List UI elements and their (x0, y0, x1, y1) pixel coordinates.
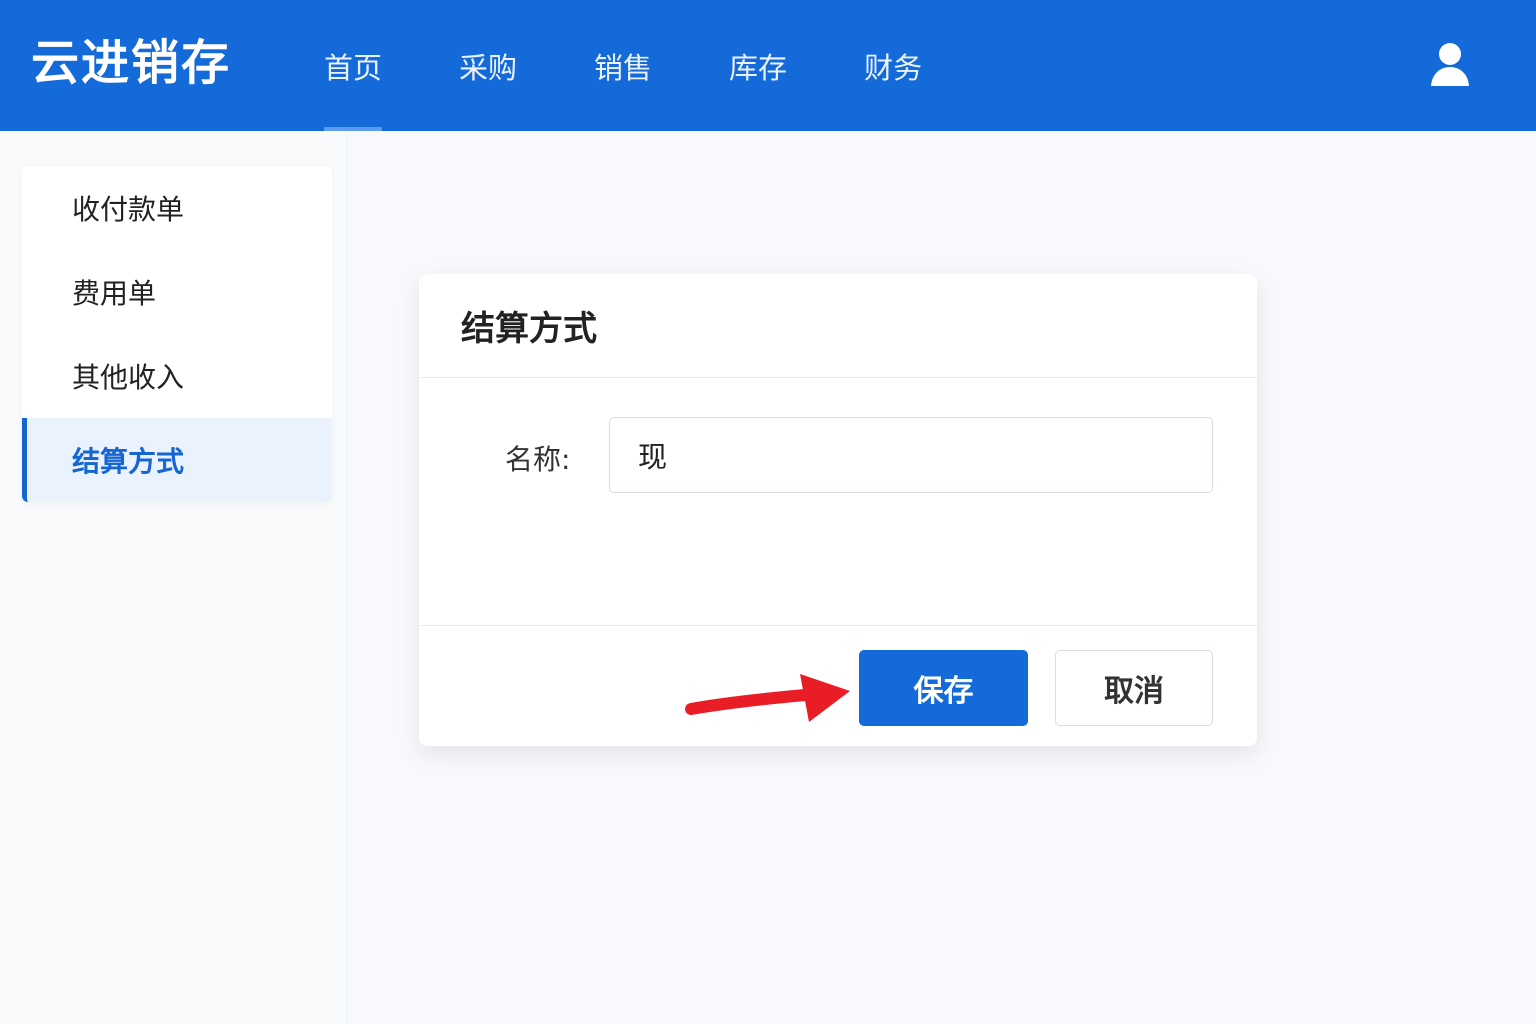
nav-item-finance[interactable]: 财务 (864, 0, 922, 131)
nav-item-sales[interactable]: 销售 (594, 0, 652, 131)
save-button[interactable]: 保存 (859, 650, 1028, 726)
sidebar-item-other-income[interactable]: 其他收入 (22, 334, 332, 418)
name-input[interactable] (609, 417, 1213, 493)
app-logo-text: 云进销存 (31, 35, 232, 91)
sidebar-item-receipts-payments[interactable]: 收付款单 (22, 166, 332, 250)
name-field-label: 名称: (505, 443, 571, 476)
cancel-button[interactable]: 取消 (1055, 650, 1213, 726)
dialog-title: 结算方式 (461, 309, 597, 349)
sidebar-item-settlement-methods[interactable]: 结算方式 (22, 418, 332, 502)
settlement-method-dialog: 结算方式 名称: 保存 取消 (419, 274, 1257, 746)
user-icon[interactable] (1428, 42, 1472, 88)
dialog-body: 名称: (419, 378, 1257, 626)
main-navigation: 首页 采购 销售 库存 财务 (324, 0, 999, 131)
nav-item-home[interactable]: 首页 (324, 0, 383, 131)
dialog-footer: 保存 取消 (419, 626, 1257, 746)
dialog-header: 结算方式 (419, 274, 1257, 378)
finance-sidebar: 收付款单 费用单 其他收入 结算方式 (22, 166, 332, 502)
top-navigation-bar: 云进销存 首页 采购 销售 库存 财务 (0, 0, 1536, 131)
nav-item-purchase[interactable]: 采购 (459, 0, 517, 131)
sidebar-item-expense-orders[interactable]: 费用单 (22, 250, 332, 334)
nav-item-inventory[interactable]: 库存 (729, 0, 787, 131)
